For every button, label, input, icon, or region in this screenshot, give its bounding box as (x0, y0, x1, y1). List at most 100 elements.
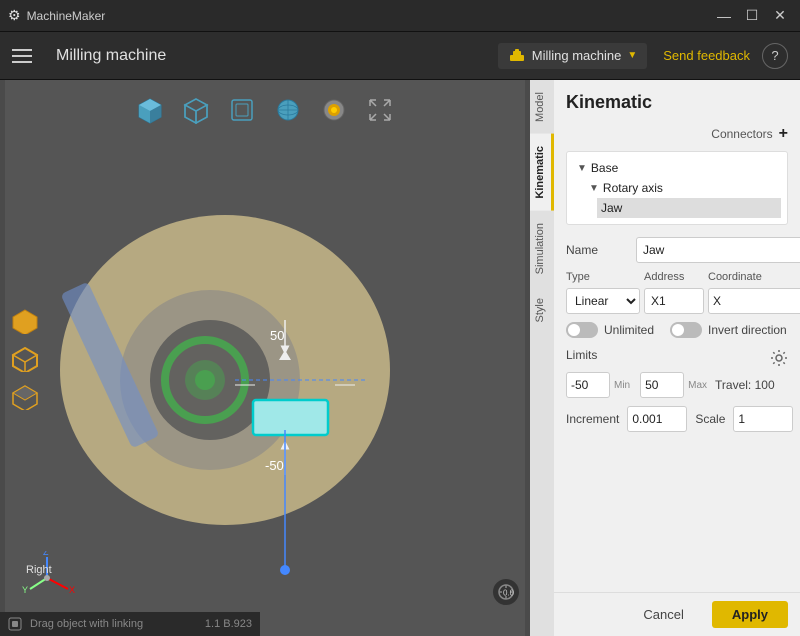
minimize-button[interactable]: — (712, 6, 736, 26)
type-col-header: Type (566, 271, 640, 283)
tab-style[interactable]: Style (530, 286, 554, 334)
inc-scale-row: Increment Scale (566, 406, 788, 432)
machine-icon (508, 47, 526, 65)
app-header-title: Milling machine (56, 47, 498, 65)
tree-label-jaw: Jaw (601, 201, 622, 215)
unlimited-toggle[interactable] (566, 322, 598, 338)
axis-indicator: X Y Z (20, 551, 75, 606)
svg-text:X: X (69, 585, 75, 595)
limits-settings-icon[interactable] (770, 349, 788, 367)
limits-section: Limits Min Max Travel: 100 (566, 348, 788, 398)
add-connector-button[interactable]: + (779, 125, 788, 143)
scene-canvas: 50 -50 (0, 80, 530, 636)
machine-selector[interactable]: Milling machine ▼ (498, 43, 648, 69)
type-address-coord-row: Linear ▼ (566, 288, 788, 314)
increment-input[interactable] (627, 406, 687, 432)
main-layout: 50 -50 (0, 80, 800, 636)
viewport[interactable]: 50 -50 (0, 80, 530, 636)
svg-text:-50: -50 (265, 458, 284, 473)
coordinate-col-header: Coordinate (708, 271, 788, 283)
connectors-label: Connectors (711, 127, 772, 141)
travel-label: Travel: 100 (715, 378, 775, 392)
address-input-wrapper (644, 288, 704, 314)
address-input[interactable] (644, 288, 704, 314)
scale-label: Scale (695, 412, 725, 426)
scale-input[interactable] (733, 406, 793, 432)
type-address-coord-headers: Type Address Coordinate (566, 271, 788, 286)
tab-model[interactable]: Model (530, 80, 554, 134)
unlimited-label: Unlimited (604, 323, 654, 337)
tree-item-rotary[interactable]: ▼ Rotary axis (585, 178, 781, 198)
svg-text:Z: Z (43, 551, 49, 557)
apply-button[interactable]: Apply (712, 601, 788, 628)
view-expand-button[interactable] (362, 92, 398, 128)
limit-max-input[interactable] (640, 372, 684, 398)
unlimited-toggle-thumb (568, 324, 580, 336)
limits-row: Min Max Travel: 100 (566, 372, 788, 398)
view-label: Right (26, 564, 52, 576)
name-label: Name (566, 243, 636, 257)
toggle-row: Unlimited Invert direction (566, 322, 788, 338)
increment-label: Increment (566, 412, 619, 426)
statusbar: Drag object with linking 1.1 B.923 (0, 612, 260, 636)
help-button[interactable]: ? (762, 43, 788, 69)
limits-label: Limits (566, 348, 597, 362)
cancel-button[interactable]: Cancel (623, 601, 703, 628)
right-panel: Model Kinematic Simulation Style Kinemat… (530, 80, 800, 636)
invert-label: Invert direction (708, 323, 787, 337)
tab-kinematic[interactable]: Kinematic (530, 134, 554, 211)
svg-text:Y: Y (22, 585, 28, 595)
vertical-tabs: Model Kinematic Simulation Style (530, 80, 554, 636)
camera-indicator: 0.0 (492, 578, 520, 606)
menu-button[interactable] (12, 40, 44, 72)
invert-toggle[interactable] (670, 322, 702, 338)
invert-toggle-thumb (672, 324, 684, 336)
name-field-row: Name ... (566, 237, 788, 263)
name-input[interactable] (636, 237, 800, 263)
view-front-button[interactable] (178, 92, 214, 128)
tree-item-jaw[interactable]: Jaw (597, 198, 781, 218)
close-button[interactable]: ✕ (768, 6, 792, 26)
coordinate-input[interactable] (708, 288, 800, 314)
type-select[interactable]: Linear (566, 288, 640, 314)
unlimited-toggle-group: Unlimited (566, 322, 654, 338)
panel-title: Kinematic (566, 92, 788, 113)
limit-min-input[interactable] (566, 372, 610, 398)
app-title: MachineMaker (27, 9, 712, 23)
address-col-header: Address (644, 271, 704, 283)
panel-content: Kinematic Connectors + ▼ Base ▼ Rotary a… (554, 80, 800, 592)
statusbar-text: Drag object with linking (30, 618, 143, 630)
coordinate-select-wrapper: ▼ (708, 288, 788, 314)
left-tools (10, 305, 40, 411)
main-header: Milling machine Milling machine ▼ Send f… (0, 32, 800, 80)
max-label: Max (688, 380, 707, 391)
min-label: Min (614, 380, 630, 391)
view-back-button[interactable] (224, 92, 260, 128)
maximize-button[interactable]: ☐ (740, 6, 764, 26)
tree-label-base: Base (591, 161, 618, 175)
tool-cube-wire[interactable] (10, 381, 40, 411)
titlebar: ⚙ MachineMaker — ☐ ✕ (0, 0, 800, 32)
drag-icon (8, 617, 22, 631)
send-feedback-button[interactable]: Send feedback (663, 48, 750, 63)
toolbar (132, 92, 398, 128)
tool-cube-outline[interactable] (10, 343, 40, 373)
tree-arrow-base: ▼ (577, 163, 587, 174)
tree-label-rotary: Rotary axis (603, 181, 663, 195)
chevron-down-icon: ▼ (627, 50, 637, 61)
connectors-header: Connectors + (566, 125, 788, 143)
type-select-wrapper: Linear (566, 288, 640, 314)
machine-label: Milling machine (532, 48, 622, 63)
view-record-button[interactable] (316, 92, 352, 128)
svg-text:0.0: 0.0 (503, 589, 515, 598)
view-globe-button[interactable] (270, 92, 306, 128)
view-solid-button[interactable] (132, 92, 168, 128)
tool-cube-orange[interactable] (10, 305, 40, 335)
version-text: 1.1 B.923 (205, 618, 252, 630)
window-controls: — ☐ ✕ (712, 6, 792, 26)
tree-arrow-rotary: ▼ (589, 183, 599, 194)
invert-toggle-group: Invert direction (670, 322, 787, 338)
tree-item-base[interactable]: ▼ Base (573, 158, 781, 178)
bottom-bar: Cancel Apply (530, 592, 800, 636)
tab-simulation[interactable]: Simulation (530, 211, 554, 286)
